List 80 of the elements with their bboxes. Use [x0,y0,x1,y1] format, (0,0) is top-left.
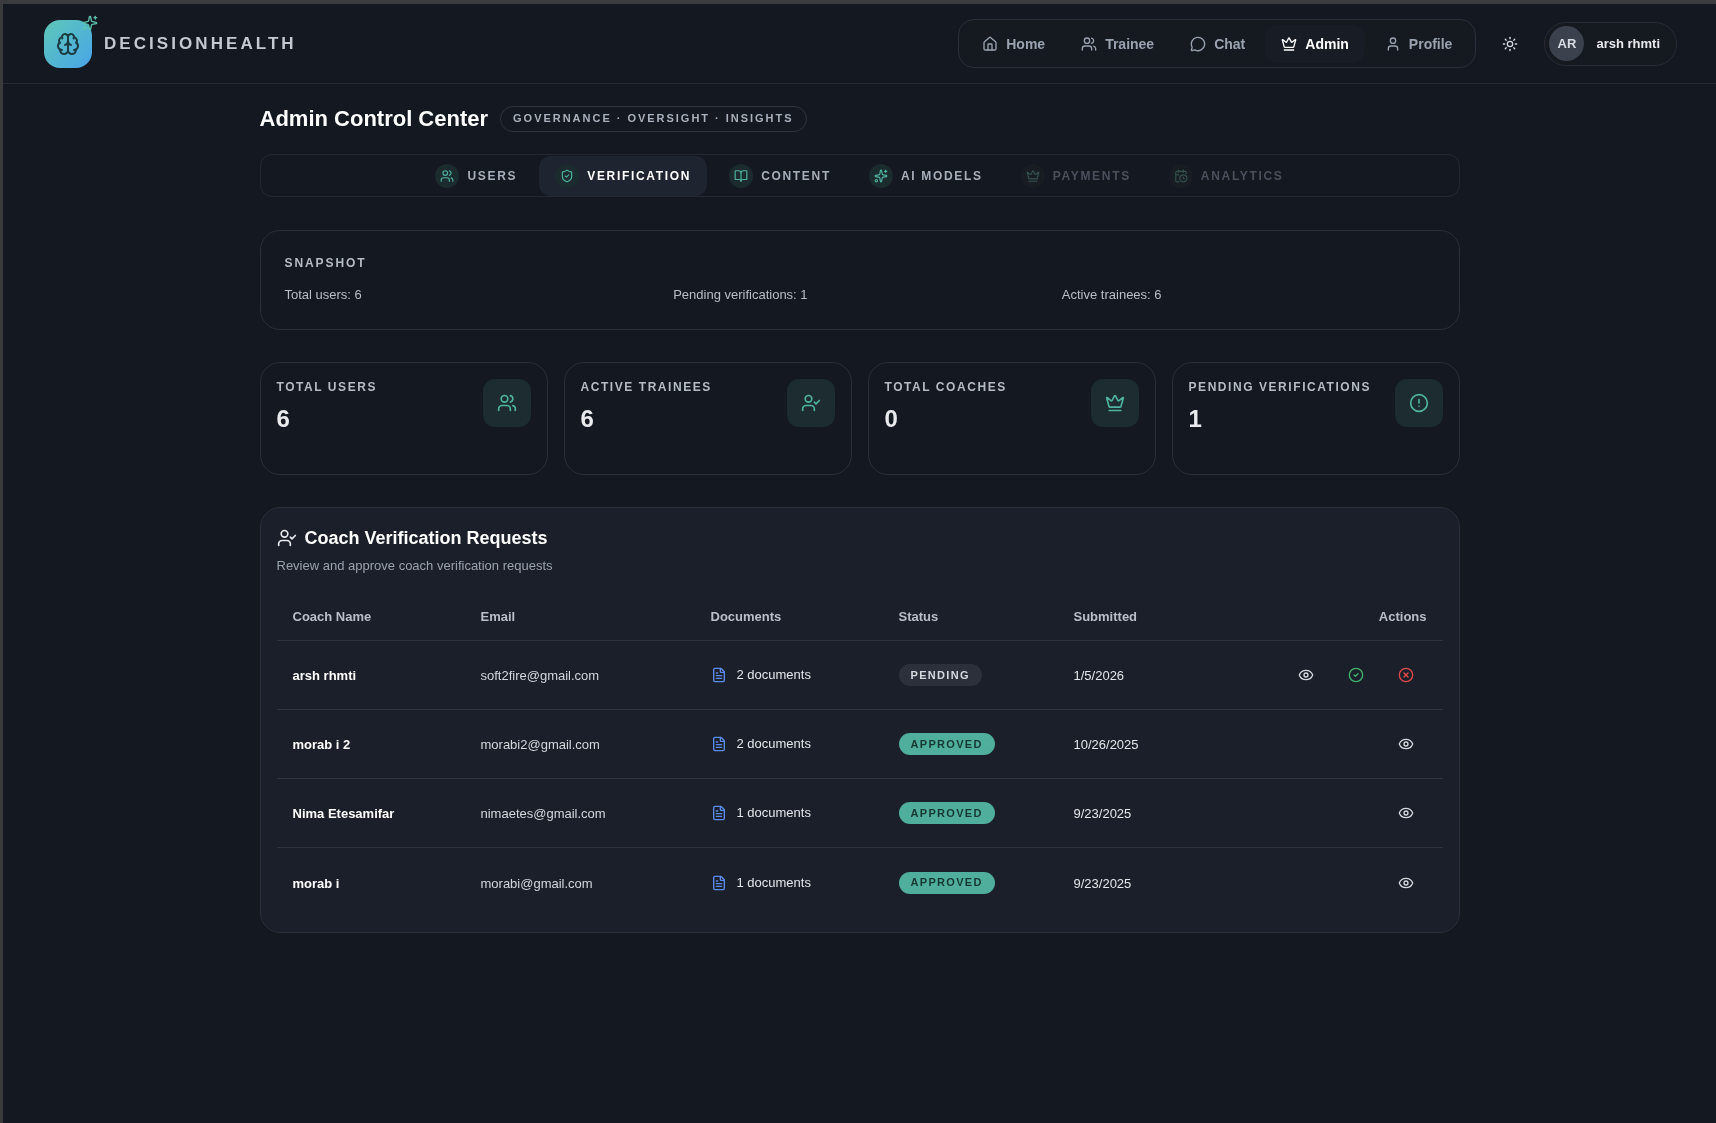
snapshot-stat: Total users: 6 [284,286,363,304]
coach-name: morab i [292,875,340,891]
crown-icon [1020,163,1045,188]
crown-icon [1281,35,1298,52]
status-badge: PENDING [898,664,982,686]
column-header: Email [480,609,516,624]
user-menu[interactable]: AR arsh rhmti [1544,21,1677,66]
users-icon [1081,35,1098,52]
email-text: soft2fire@gmail.com [480,668,600,683]
nav-link[interactable]: Admin [1265,24,1365,63]
column-header: Documents [710,609,782,624]
stat-label: ACTIVE TRAINEES [580,379,712,395]
tab[interactable]: VERIFICATION [539,155,708,196]
column-header: Coach Name [292,609,372,624]
document-icon [710,736,727,752]
document-icon [710,805,727,821]
stat-value: 6 [580,404,595,434]
sparkle-icon [82,14,98,31]
submitted-date: 9/23/2025 [1073,875,1132,891]
nav-link[interactable]: Chat [1174,24,1262,63]
nav-link[interactable]: Trainee [1065,24,1171,63]
document-count: 1 documents [736,804,811,823]
submitted-date: 1/5/2026 [1073,668,1125,683]
submitted-date: 9/23/2025 [1073,806,1132,821]
nav-link[interactable]: Profile [1368,24,1469,63]
calendar-clock-icon [1168,163,1193,188]
card-subtitle: Review and approve coach verification requests [276,557,554,575]
status-badge: APPROVED [898,802,995,824]
user-name: arsh rhmti [1596,34,1660,53]
document-icon [710,667,727,683]
sun-icon [1502,35,1519,52]
email-text: morabi2@gmail.com [480,737,600,752]
submitted-date: 10/26/2025 [1073,737,1139,752]
stat-label: TOTAL COACHES [884,379,1007,395]
snapshot-title: SNAPSHOT [284,255,368,271]
document-count: 2 documents [736,735,811,754]
stat-label: TOTAL USERS [276,379,377,395]
column-header: Actions [1378,609,1427,624]
crown-icon [1090,379,1139,427]
users-icon [435,163,460,188]
avatar: AR [1549,26,1585,61]
chat-icon [1190,35,1207,52]
stat-label: PENDING VERIFICATIONS [1188,379,1372,395]
users-icon [482,379,531,427]
home-icon [982,35,999,52]
snapshot-stat: Active trainees: 6 [1061,286,1163,304]
document-count: 1 documents [736,873,811,892]
eye-icon [1397,736,1414,752]
eye-icon [1297,667,1314,683]
tab[interactable]: CONTENT [713,155,847,196]
book-icon [729,163,754,188]
sparkles-icon [868,163,893,188]
user-check-icon [276,528,297,548]
document-count: 2 documents [736,666,811,685]
brand-name: DECISIONHEALTH [104,32,297,55]
check-circle-icon [1347,667,1364,683]
column-header: Submitted [1073,609,1138,624]
shield-check-icon [555,163,580,188]
coach-name: morab i 2 [292,737,351,752]
user-check-icon [786,379,835,427]
snapshot-stat: Pending verifications: 1 [673,286,809,304]
logo-icon [44,19,92,68]
card-title: Coach Verification Requests [304,526,548,550]
stat-value: 6 [276,404,291,434]
eye-icon [1397,805,1414,821]
status-badge: APPROVED [898,871,995,894]
status-badge: APPROVED [898,733,995,755]
nav-link[interactable]: Home [966,24,1062,63]
email-text: nimaetes@gmail.com [480,806,606,821]
coach-name: Nima Etesamifar [292,806,395,821]
email-text: morabi@gmail.com [480,875,593,891]
tab[interactable]: AI MODELS [852,155,999,196]
tab[interactable]: USERS [419,155,534,196]
column-header: Status [898,609,939,624]
coach-name: arsh rhmti [292,668,357,683]
document-icon [710,874,727,891]
stat-value: 0 [884,404,899,434]
page-title: Admin Control Center [259,105,489,133]
x-circle-icon [1397,667,1414,683]
stat-value: 1 [1188,404,1203,434]
